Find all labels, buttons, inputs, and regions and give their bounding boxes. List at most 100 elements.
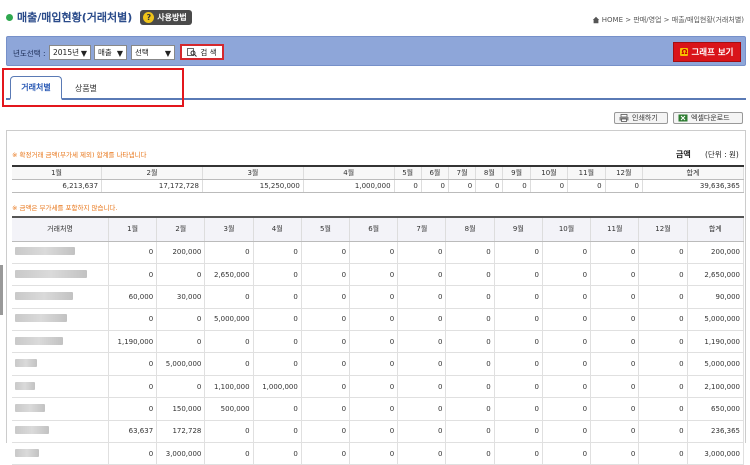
table-row[interactable]: 60,000 30,000 0 0 0 0 0 0 0 0 0 0 90,000 — [12, 285, 745, 309]
amount-cell: 0 — [397, 420, 447, 444]
type-select-value: 매출 — [98, 48, 112, 57]
amount-cell: 0 — [301, 352, 351, 376]
amount-cell: 0 — [253, 263, 302, 287]
summary-header-cell: 합계 — [642, 165, 745, 180]
amount-cell: 1,190,000 — [108, 330, 158, 354]
amount-cell: 0 — [156, 308, 206, 332]
amount-cell: 3,000,000 — [156, 442, 206, 465]
amount-cell: 200,000 — [156, 241, 206, 264]
amount-cell: 0 — [494, 285, 543, 309]
table-row[interactable]: 0 150,000 500,000 0 0 0 0 0 0 0 0 0 650,000 — [12, 397, 745, 421]
amount-cell: 0 — [349, 442, 399, 465]
amount-cell: 0 — [204, 330, 254, 354]
amount-cell: 0 — [349, 330, 399, 354]
print-button-label: 인쇄하기 — [632, 114, 658, 122]
amount-cell: 0 — [204, 420, 254, 444]
print-button[interactable]: 인쇄하기 — [614, 112, 668, 124]
amount-cell: 30,000 — [156, 285, 206, 309]
year-select[interactable]: 2015년 ▼ — [49, 45, 91, 60]
table-row[interactable]: 63,637 172,728 0 0 0 0 0 0 0 0 0 0 236,365 — [12, 420, 745, 444]
amount-cell: 63,637 — [108, 420, 158, 444]
amount-cell: 90,000 — [687, 285, 745, 309]
amount-cell: 0 — [301, 420, 351, 444]
amount-cell: 0 — [638, 352, 688, 376]
amount-cell: 2,100,000 — [687, 375, 745, 399]
type-select[interactable]: 매출 ▼ — [94, 45, 127, 60]
amount-cell: 0 — [204, 352, 254, 376]
amount-cell: 0 — [590, 263, 640, 287]
amount-cell: 0 — [301, 330, 351, 354]
table-row[interactable]: 0 0 1,100,000 1,000,000 0 0 0 0 0 0 0 0 2,100,000 — [12, 375, 745, 399]
amount-cell: 0 — [590, 241, 640, 264]
month-header-cell: 9월 — [494, 216, 543, 242]
redacted-name — [15, 269, 87, 278]
summary-note: ※ 확정거래 금액(부가세 제외) 합계를 나타냅니다 — [12, 151, 147, 159]
amount-cell: 236,365 — [687, 420, 745, 444]
graph-view-button[interactable]: Ω 그래프 보기 — [673, 42, 741, 62]
amount-cell: 2,650,000 — [204, 263, 254, 287]
page-header: 매출/매입현황(거래처별) ? 사용방법 HOME > 판매/영업 > 매출/매… — [0, 0, 750, 34]
title-wrap: 매출/매입현황(거래처별) ? 사용방법 — [6, 9, 192, 25]
printer-icon — [619, 114, 629, 122]
summary-values-row: 6,213,637 17,172,728 15,250,000 1,000,000 0 0… — [12, 179, 745, 193]
search-button[interactable]: 검 색 — [180, 44, 224, 60]
table-row[interactable]: 0 200,000 0 0 0 0 0 0 0 0 0 0 200,000 — [12, 241, 745, 264]
summary-value-cell: 0 — [530, 179, 569, 193]
amount-cell: 0 — [301, 442, 351, 465]
amount-cell: 0 — [253, 420, 302, 444]
amount-cell: 0 — [494, 241, 543, 264]
redacted-name — [15, 247, 75, 256]
amount-cell: 0 — [542, 263, 592, 287]
amount-cell: 0 — [445, 397, 495, 421]
amount-cell: 0 — [301, 285, 351, 309]
amount-cell: 0 — [349, 263, 399, 287]
amount-cell: 172,728 — [156, 420, 206, 444]
amount-cell: 0 — [108, 352, 158, 376]
help-button[interactable]: ? 사용방법 — [140, 9, 192, 25]
amount-cell: 0 — [253, 397, 302, 421]
scrollbar[interactable] — [0, 265, 3, 315]
amount-cell: 0 — [204, 285, 254, 309]
amount-cell: 0 — [397, 352, 447, 376]
summary-header-cell: 3월 — [202, 165, 304, 180]
option-select[interactable]: 선택 ▼ — [131, 45, 175, 60]
amount-cell: 0 — [638, 442, 688, 465]
amount-cell: 0 — [445, 352, 495, 376]
chevron-down-icon: ▼ — [164, 49, 171, 58]
year-select-value: 2015년 — [53, 48, 79, 57]
amount-cell: 0 — [542, 308, 592, 332]
customer-name-cell — [12, 352, 109, 376]
month-header-cell: 5월 — [301, 216, 351, 242]
amount-cell: 0 — [445, 241, 495, 264]
amount-cell: 0 — [638, 397, 688, 421]
amount-cell: 0 — [253, 352, 302, 376]
table-row[interactable]: 0 3,000,000 0 0 0 0 0 0 0 0 0 0 3,000,000 — [12, 442, 745, 465]
summary-value-cell: 0 — [421, 179, 450, 193]
month-header-cell: 합계 — [687, 216, 745, 242]
summary-table: 1월 2월 3월 4월 5월 6월 7월 8월 9월 10월 11월 12월 합계 6,213,637 1… — [12, 165, 745, 193]
redacted-name — [15, 314, 67, 323]
summary-header-cell: 12월 — [605, 165, 643, 180]
table-row[interactable]: 0 0 5,000,000 0 0 0 0 0 0 0 0 0 5,000,000 — [12, 308, 745, 332]
table-row[interactable]: 0 0 2,650,000 0 0 0 0 0 0 0 0 0 2,650,000 — [12, 263, 745, 287]
amount-cell: 650,000 — [687, 397, 745, 421]
amount-cell: 0 — [204, 442, 254, 465]
summary-header-row: 1월 2월 3월 4월 5월 6월 7월 8월 9월 10월 11월 12월 합계 — [12, 165, 745, 180]
amount-cell: 0 — [494, 352, 543, 376]
amount-cell: 5,000,000 — [204, 308, 254, 332]
summary-header-cell: 4월 — [303, 165, 395, 180]
month-header-cell: 7월 — [397, 216, 447, 242]
excel-download-button[interactable]: 엑셀다운로드 — [673, 112, 743, 124]
summary-header-cell: 1월 — [12, 165, 103, 180]
amount-cell: 0 — [397, 308, 447, 332]
summary-value-cell: 39,636,365 — [642, 179, 745, 193]
summary-value-cell: 6,213,637 — [12, 179, 103, 193]
chevron-down-icon: ▼ — [116, 49, 123, 58]
table-row[interactable]: 1,190,000 0 0 0 0 0 0 0 0 0 0 0 1,190,000 — [12, 330, 745, 354]
month-header-cell: 8월 — [445, 216, 495, 242]
table-row[interactable]: 0 5,000,000 0 0 0 0 0 0 0 0 0 0 5,000,000 — [12, 352, 745, 376]
search-icon — [187, 47, 198, 57]
amount-cell: 0 — [494, 442, 543, 465]
amount-cell: 0 — [445, 420, 495, 444]
amount-cell: 0 — [542, 375, 592, 399]
